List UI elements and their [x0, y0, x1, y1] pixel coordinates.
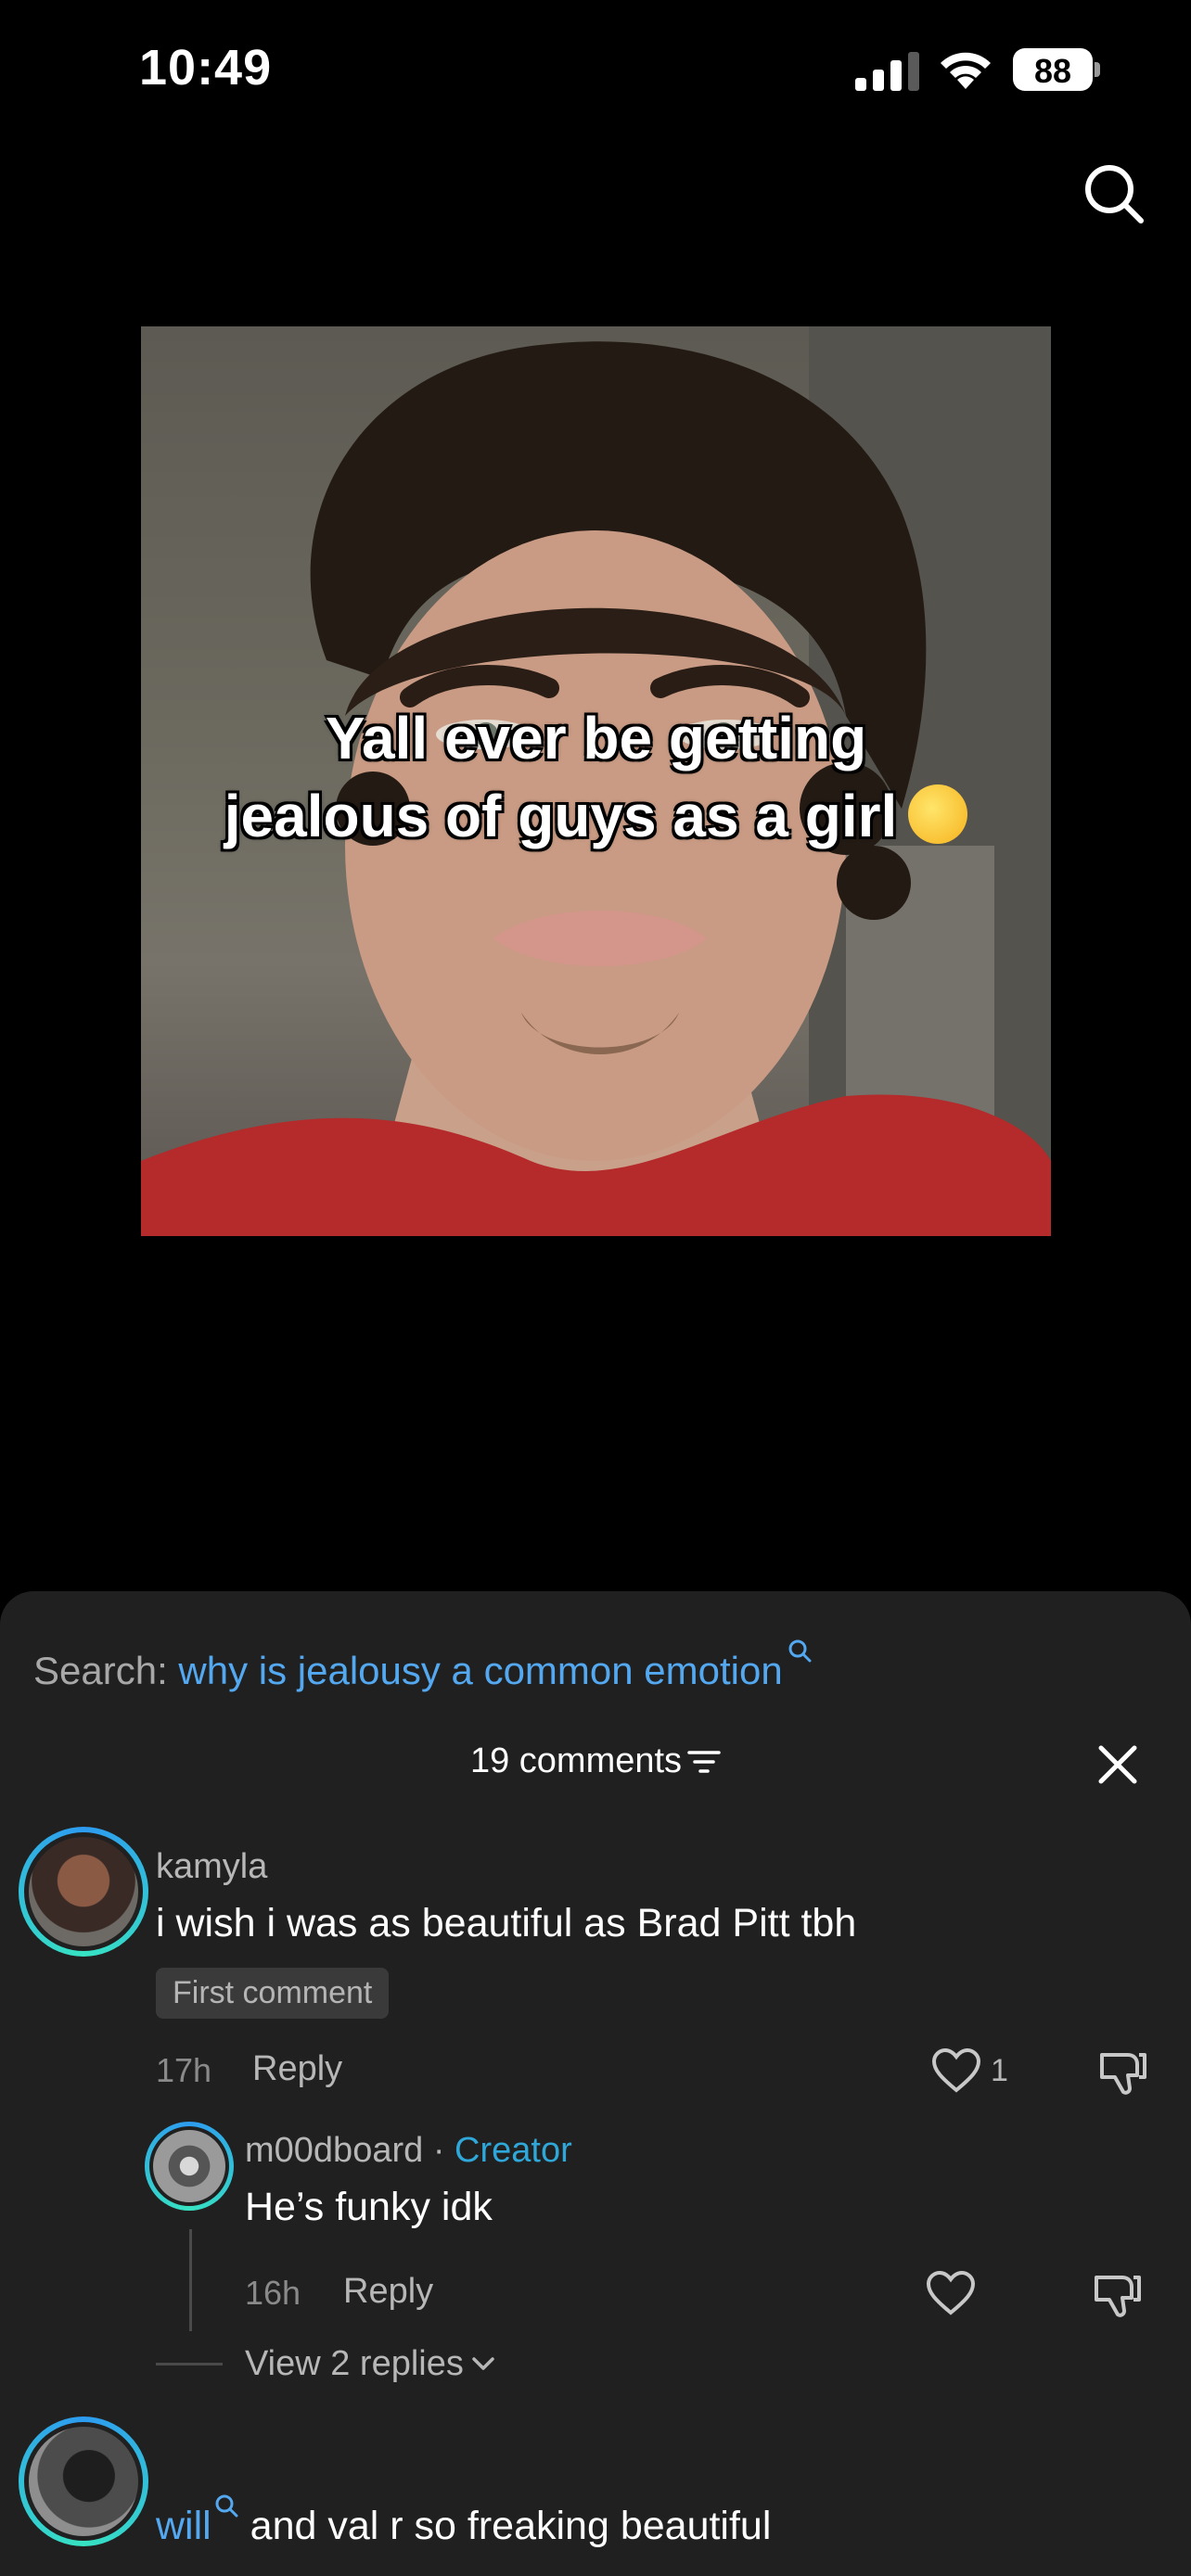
reply-username-text[interactable]: m00dboard [245, 2131, 423, 2170]
related-search[interactable]: Search: why is jealousy a common emotion [33, 1638, 813, 1693]
comments-count: 19 comments [469, 1741, 683, 1780]
reply-button[interactable]: Reply [343, 2272, 433, 2312]
first-comment-badge: First comment [156, 1968, 390, 2019]
avatar[interactable] [145, 2122, 234, 2211]
dislike-icon[interactable] [1093, 2270, 1143, 2320]
status-bar: 10:49 88 [0, 0, 1191, 139]
status-time: 10:49 [139, 40, 273, 96]
dislike-icon[interactable] [1098, 2047, 1148, 2098]
creator-label: Creator [455, 2131, 572, 2170]
heart-icon[interactable] [931, 2047, 981, 2094]
avatar-image [24, 2422, 143, 2541]
wifi-icon [941, 52, 991, 89]
app-root: 10:49 88 Yall ever be getting jealous of… [0, 0, 1191, 2576]
avatar-image [24, 1832, 143, 1951]
battery-level: 88 [1033, 52, 1072, 90]
search-icon [788, 1639, 812, 1663]
caption-line-2: jealous of guys as a girl [224, 783, 898, 849]
caption-line-1: Yall ever be getting [325, 705, 867, 772]
avatar-image [149, 2126, 229, 2206]
cellular-signal-icon [855, 52, 919, 91]
comment-text-inline: will and val r so freaking beautiful [156, 2493, 771, 2549]
reply-username[interactable]: m00dboard · Creator [245, 2131, 572, 2171]
view-replies-label: View 2 replies [245, 2344, 464, 2383]
like-count: 1 [991, 2053, 1008, 2088]
video-player[interactable]: Yall ever be getting jealous of guys as … [141, 326, 1051, 1236]
reply-button[interactable]: Reply [252, 2049, 342, 2089]
avatar[interactable] [19, 2417, 148, 2546]
heart-icon[interactable] [926, 2270, 976, 2316]
comments-sheet: Search: why is jealousy a common emotion… [0, 1591, 1191, 2576]
comment-text: i wish i was as beautiful as Brad Pitt t… [156, 1901, 857, 1945]
reply-time: 16h [245, 2274, 301, 2312]
search-icon[interactable] [1082, 161, 1146, 226]
related-search-query[interactable]: why is jealousy a common emotion [178, 1649, 782, 1692]
chevron-down-icon [472, 2357, 494, 2370]
filter-sort-icon[interactable] [687, 1748, 721, 1776]
comment-username[interactable]: kamyla [156, 1847, 267, 1887]
reply-text: He’s funky idk [245, 2185, 493, 2229]
comments-header[interactable]: 19 comments [0, 1741, 1191, 1781]
view-replies-line [156, 2363, 223, 2366]
view-replies-button[interactable]: View 2 replies [245, 2344, 495, 2384]
comment-text: and val r so freaking beautiful [250, 2504, 772, 2548]
search-icon[interactable] [213, 2493, 239, 2519]
thread-line [189, 2229, 192, 2331]
sweat-smile-emoji-icon [908, 784, 968, 844]
separator-dot: · [432, 2131, 445, 2170]
related-search-label: Search: [33, 1649, 168, 1692]
video-caption: Yall ever be getting jealous of guys as … [197, 699, 995, 855]
battery-indicator: 88 [1013, 48, 1102, 91]
close-icon[interactable] [1096, 1743, 1139, 1786]
avatar[interactable] [19, 1827, 148, 1957]
comment-username[interactable]: will [156, 2504, 211, 2548]
battery-cap [1095, 62, 1100, 77]
comment-time: 17h [156, 2051, 212, 2089]
